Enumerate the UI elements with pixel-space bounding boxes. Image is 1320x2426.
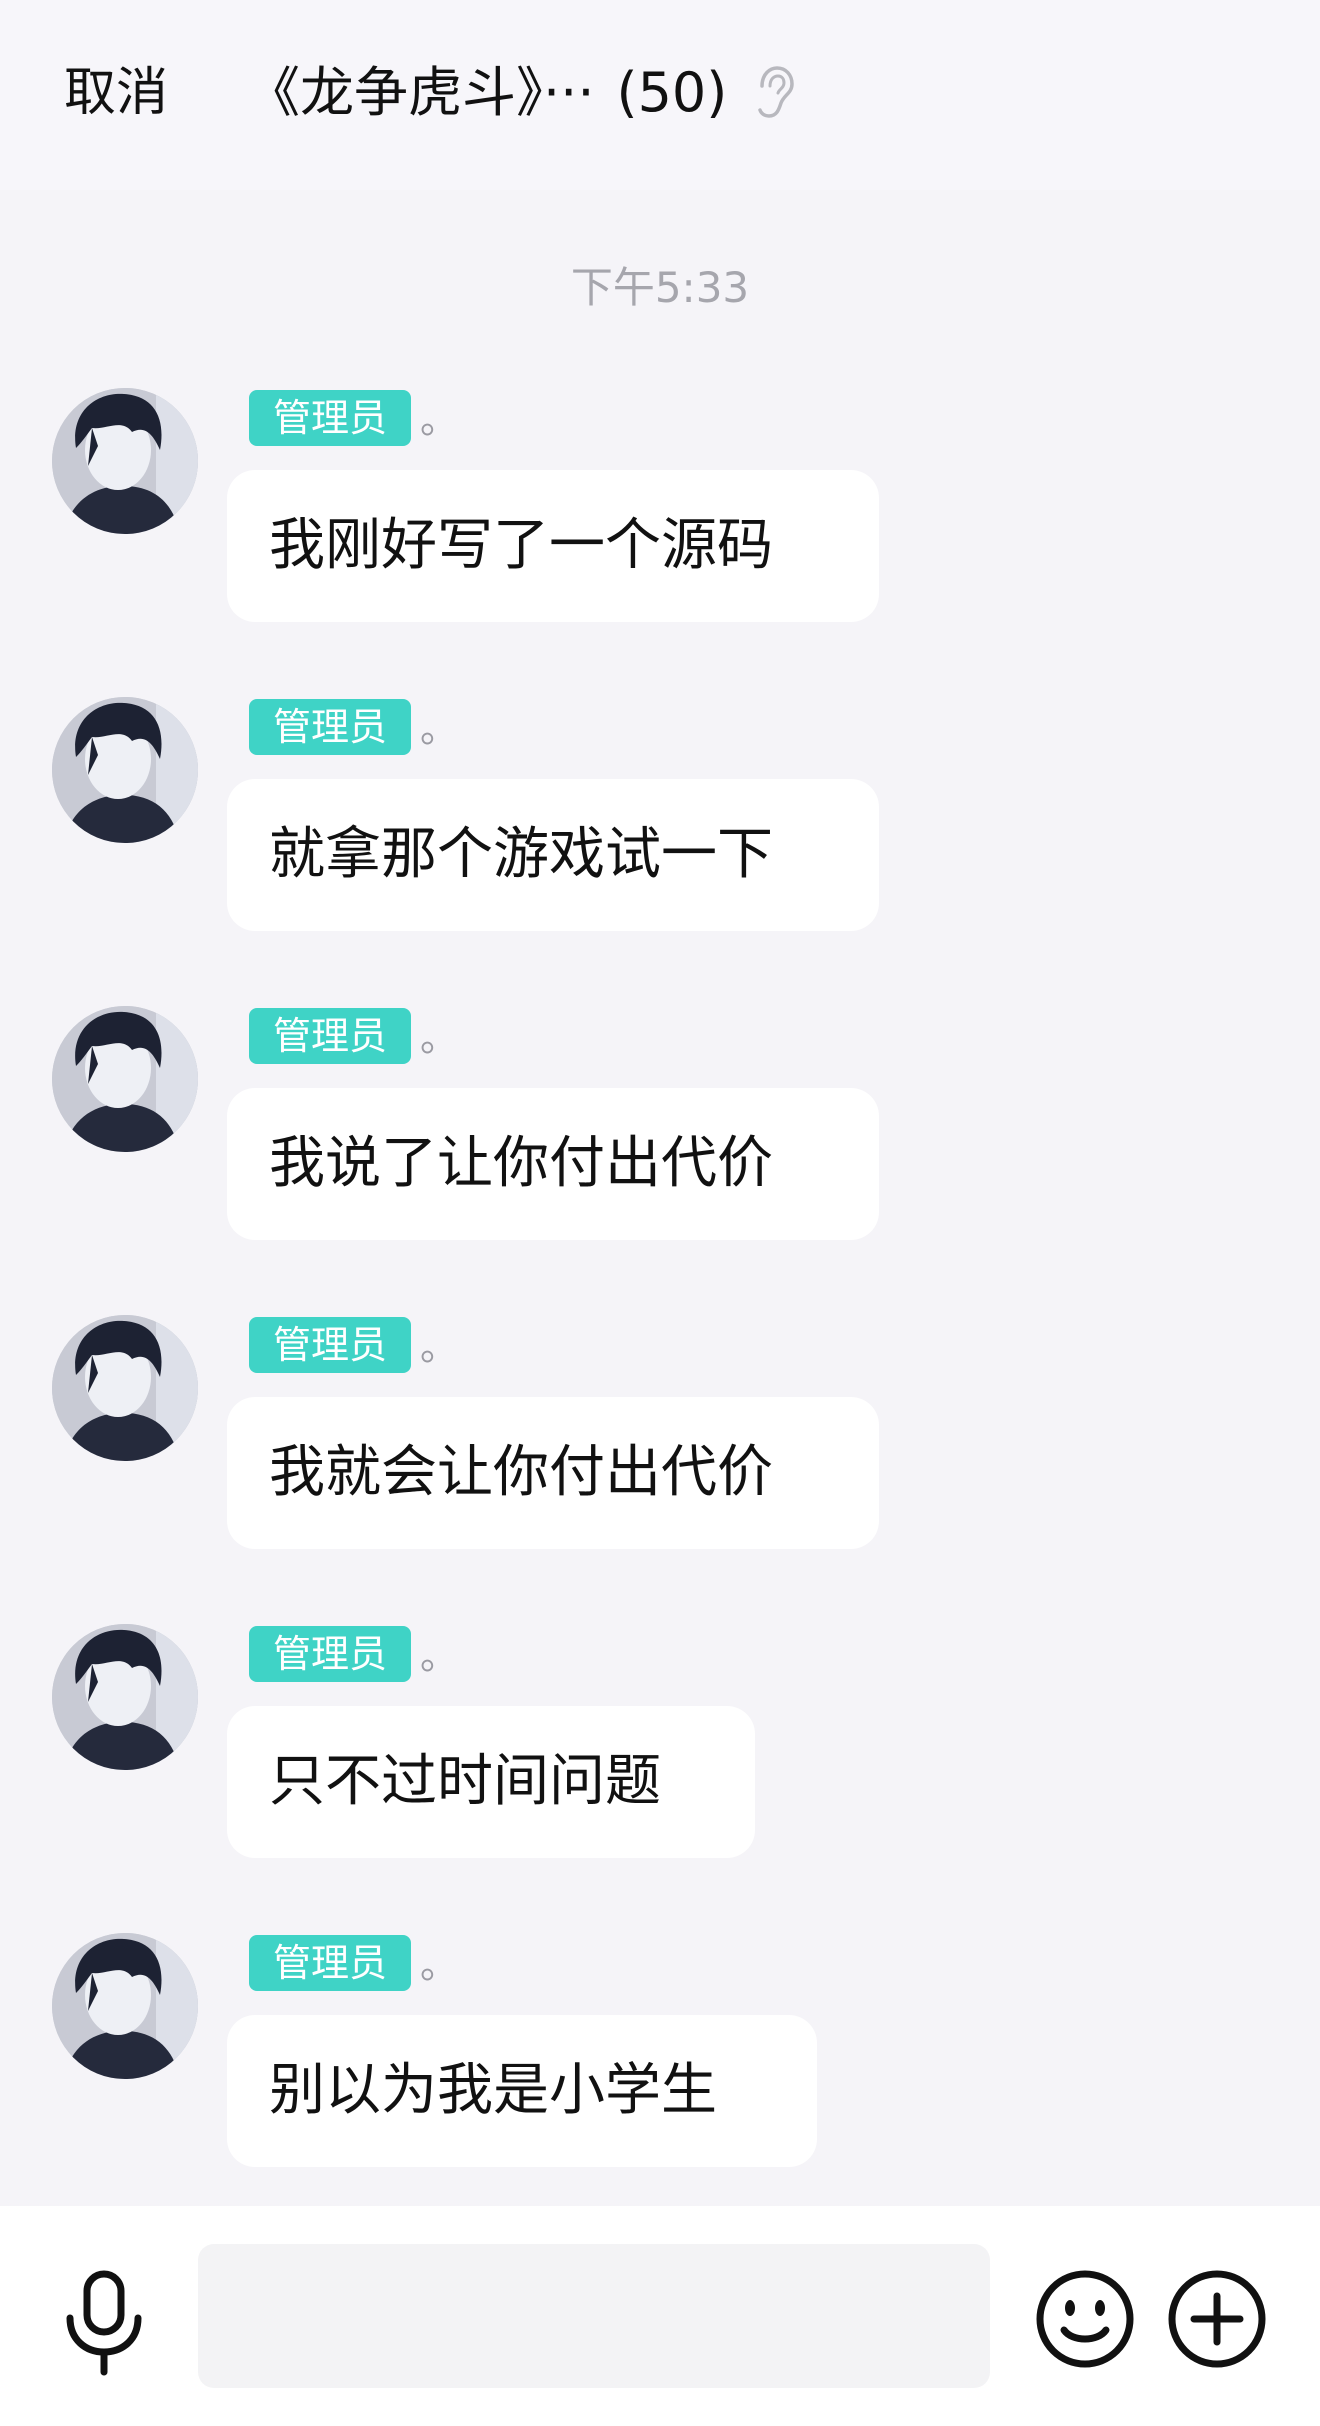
admin-badge: 管理员 [249,1008,411,1064]
message-bubble[interactable]: 我就会让你付出代价 [227,1397,879,1549]
message-timestamp: 下午5:33 [570,263,750,312]
smiley-icon[interactable] [1034,2268,1136,2370]
message-input[interactable] [198,2244,990,2388]
avatar[interactable] [52,697,198,843]
member-count: (50) [616,61,728,124]
sender-name: 。 [420,707,459,751]
avatar-image [52,1933,198,2079]
avatar[interactable] [52,388,198,534]
header-title-group[interactable]: 《龙争虎斗》··· (50) [246,60,797,126]
admin-badge: 管理员 [249,1626,411,1682]
avatar[interactable] [52,1933,198,2079]
admin-badge: 管理员 [249,390,411,446]
group-title[interactable]: 《龙争虎斗》··· [246,60,595,126]
ear-icon[interactable] [753,64,797,122]
message-row: 管理员 。 我就会让你付出代价 [0,1315,1320,1555]
sender-name: 。 [420,398,459,442]
plus-circle-icon[interactable] [1166,2268,1268,2370]
avatar[interactable] [52,1315,198,1461]
message-row: 管理员 。 就拿那个游戏试一下 [0,697,1320,937]
message-row: 管理员 。 别以为我是小学生 [0,1933,1320,2173]
input-bar [0,2206,1320,2426]
avatar[interactable] [52,1006,198,1152]
admin-badge: 管理员 [249,699,411,755]
chat-header: 取消 《龙争虎斗》··· (50) [0,0,1320,190]
mic-icon[interactable] [56,2268,152,2378]
message-row: 管理员 。 我刚好写了一个源码 [0,388,1320,628]
message-bubble[interactable]: 我刚好写了一个源码 [227,470,879,622]
avatar[interactable] [52,1624,198,1770]
message-row: 管理员 。 只不过时间问题 [0,1624,1320,1864]
message-bubble[interactable]: 我说了让你付出代价 [227,1088,879,1240]
admin-badge: 管理员 [249,1935,411,1991]
avatar-image [52,388,198,534]
admin-badge: 管理员 [249,1317,411,1373]
avatar-image [52,697,198,843]
sender-name: 。 [420,1325,459,1369]
sender-name: 。 [420,1634,459,1678]
message-row: 管理员 。 我说了让你付出代价 [0,1006,1320,1246]
avatar-image [52,1624,198,1770]
sender-name: 。 [420,1943,459,1987]
sender-name: 。 [420,1016,459,1060]
message-bubble[interactable]: 就拿那个游戏试一下 [227,779,879,931]
avatar-image [52,1315,198,1461]
message-bubble[interactable]: 只不过时间问题 [227,1706,755,1858]
message-bubble[interactable]: 别以为我是小学生 [227,2015,817,2167]
cancel-button[interactable]: 取消 [64,60,168,126]
avatar-image [52,1006,198,1152]
